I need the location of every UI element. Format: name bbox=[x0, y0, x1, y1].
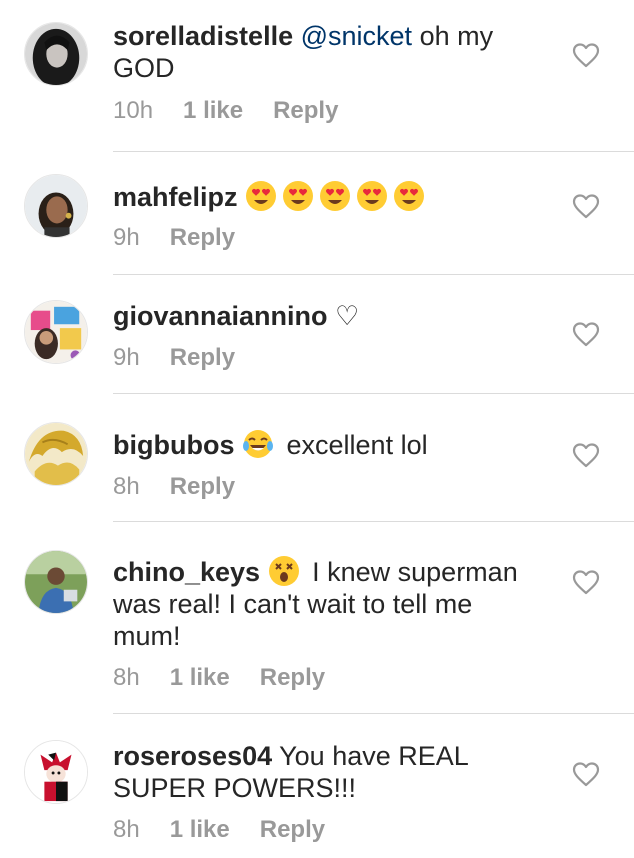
divider bbox=[113, 151, 634, 152]
comment-text: roseroses04 You have REAL SUPER POWERS!!… bbox=[113, 740, 533, 804]
comment-body: ♡ bbox=[327, 301, 360, 331]
comment-text: chino_keys I knew superman was real! I c… bbox=[113, 555, 533, 652]
avatar[interactable] bbox=[24, 22, 88, 86]
heart-outline-icon[interactable] bbox=[572, 193, 600, 219]
reply-button[interactable]: Reply bbox=[260, 816, 325, 844]
avatar[interactable] bbox=[24, 550, 88, 614]
astonished-face-emoji-icon bbox=[268, 555, 300, 587]
comment-meta: 8h 1 like Reply bbox=[113, 664, 355, 692]
reply-button[interactable]: Reply bbox=[260, 664, 325, 692]
comment-time: 8h bbox=[113, 816, 140, 843]
comment-meta: 8h 1 like Reply bbox=[113, 816, 355, 844]
comment-text: giovannaiannino ♡ bbox=[113, 300, 533, 332]
comment-time: 9h bbox=[113, 344, 140, 371]
comment-text: sorelladistelle @snicket oh my GOD bbox=[113, 20, 533, 84]
comment-time: 10h bbox=[113, 97, 154, 124]
mention-link[interactable]: @snicket bbox=[301, 21, 412, 51]
comment-username[interactable]: bigbubos bbox=[113, 430, 234, 460]
likes-count[interactable]: 1 like bbox=[170, 664, 230, 692]
heart-eyes-emoji-list bbox=[245, 180, 430, 212]
comment-time: 9h bbox=[113, 224, 140, 251]
comment-username[interactable]: roseroses04 bbox=[113, 741, 272, 771]
comment-meta: 8h Reply bbox=[113, 473, 265, 501]
comment-text: mahfelipz bbox=[113, 180, 533, 213]
heart-outline-icon[interactable] bbox=[572, 761, 600, 787]
heart-outline-icon[interactable] bbox=[572, 442, 600, 468]
likes-count[interactable]: 1 like bbox=[183, 97, 243, 125]
divider bbox=[113, 713, 634, 714]
heart-eyes-emoji-icon bbox=[393, 180, 425, 212]
comment-meta: 9h Reply bbox=[113, 344, 265, 372]
reply-button[interactable]: Reply bbox=[273, 97, 338, 125]
heart-outline-icon[interactable] bbox=[572, 42, 600, 68]
heart-eyes-emoji-icon bbox=[319, 180, 351, 212]
heart-outline-icon[interactable] bbox=[572, 321, 600, 347]
comment-time: 8h bbox=[113, 473, 140, 500]
heart-outline-icon[interactable] bbox=[572, 569, 600, 595]
comment-body: excellent lol bbox=[286, 430, 428, 460]
comment-username[interactable]: chino_keys bbox=[113, 557, 260, 587]
comment-username[interactable]: giovannaiannino bbox=[113, 301, 328, 331]
tears-of-joy-emoji-icon bbox=[242, 428, 274, 460]
reply-button[interactable]: Reply bbox=[170, 344, 235, 372]
comment-time: 8h bbox=[113, 664, 140, 691]
avatar[interactable] bbox=[24, 300, 88, 364]
reply-button[interactable]: Reply bbox=[170, 473, 235, 501]
heart-eyes-emoji-icon bbox=[356, 180, 388, 212]
divider bbox=[113, 274, 634, 275]
avatar[interactable] bbox=[24, 740, 88, 804]
heart-eyes-emoji-icon bbox=[282, 180, 314, 212]
comment-meta: 9h Reply bbox=[113, 224, 265, 252]
comment-username[interactable]: mahfelipz bbox=[113, 182, 238, 212]
avatar[interactable] bbox=[24, 422, 88, 486]
likes-count[interactable]: 1 like bbox=[170, 816, 230, 844]
avatar[interactable] bbox=[24, 174, 88, 238]
comment-text: bigbubos excellent lol bbox=[113, 428, 533, 461]
reply-button[interactable]: Reply bbox=[170, 224, 235, 252]
comment-username[interactable]: sorelladistelle bbox=[113, 21, 293, 51]
heart-eyes-emoji-icon bbox=[245, 180, 277, 212]
divider bbox=[113, 393, 634, 394]
comment-meta: 10h 1 like Reply bbox=[113, 97, 368, 125]
divider bbox=[113, 521, 634, 522]
